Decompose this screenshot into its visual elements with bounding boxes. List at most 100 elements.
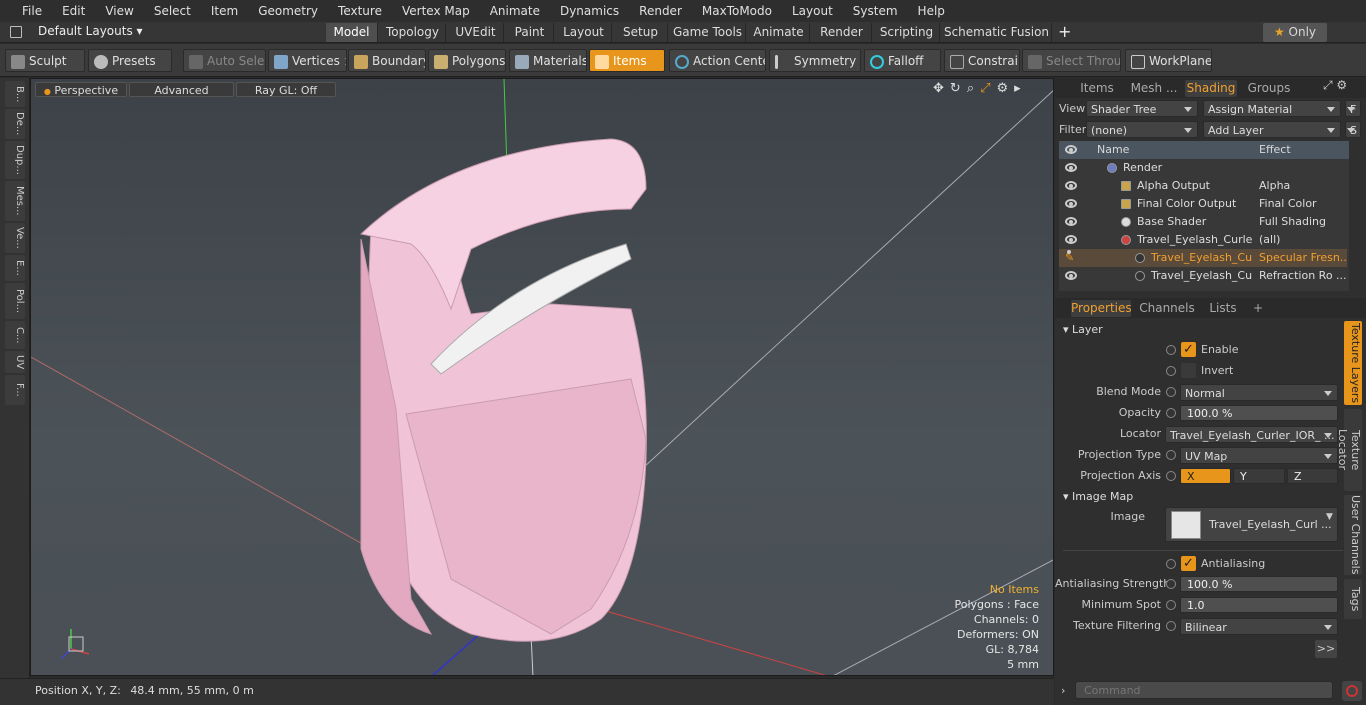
command-expand-icon[interactable]: › (1061, 684, 1065, 697)
side-tab-texture-layers[interactable]: Texture Layers (1344, 321, 1362, 405)
workplane-button[interactable]: WorkPlane (1125, 49, 1212, 72)
add-layer-dropdown[interactable]: Add Layer (1203, 121, 1341, 138)
projection-type-dropdown[interactable]: UV Map (1180, 447, 1338, 464)
shader-tree-row[interactable]: Travel_Eyelash_Cu ... Refraction Ro ... (1059, 267, 1347, 285)
add-layout-tab-button[interactable]: + (1058, 22, 1071, 41)
brush-icon[interactable]: ✎ (1065, 249, 1077, 264)
layout-tab-animate[interactable]: Animate (748, 23, 810, 42)
tab-mesh[interactable]: Mesh ... (1129, 80, 1179, 97)
axis-y-button[interactable]: Y (1233, 468, 1285, 484)
auto-select-button[interactable]: Auto Select (183, 49, 266, 72)
left-strip-tab[interactable]: C... (5, 321, 25, 349)
left-strip-tab[interactable]: Pol... (5, 283, 25, 319)
shader-tree-row[interactable]: Alpha Output Alpha (1059, 177, 1347, 195)
layout-tab-layout[interactable]: Layout (556, 23, 612, 42)
layer-effect[interactable]: (all) (1259, 231, 1347, 249)
layout-tab-render[interactable]: Render (812, 23, 872, 42)
layout-tab-scripting[interactable]: Scripting (874, 23, 940, 42)
layout-tab-model[interactable]: Model (326, 23, 378, 42)
side-tab-tags[interactable]: Tags (1344, 579, 1362, 619)
presets-button[interactable]: Presets (88, 49, 172, 72)
layout-tab-uvedit[interactable]: UVEdit (448, 23, 504, 42)
layout-tab-schematic-fusion[interactable]: Schematic Fusion (942, 23, 1052, 42)
shader-tree-row[interactable]: Travel_Eyelash_Curle ... (all) (1059, 231, 1347, 249)
blend-mode-dropdown[interactable]: Normal (1180, 384, 1338, 401)
antialiasing-checkbox[interactable]: ✓ (1181, 556, 1196, 571)
tab-shading[interactable]: Shading (1185, 80, 1237, 97)
side-tab-user-channels[interactable]: User Channels (1344, 495, 1362, 575)
invert-checkbox[interactable] (1181, 363, 1196, 378)
viewport-settings-icon[interactable]: ⚙ (997, 81, 1015, 96)
menu-texture[interactable]: Texture (328, 0, 392, 22)
menu-layout[interactable]: Layout (782, 0, 843, 22)
menu-geometry[interactable]: Geometry (248, 0, 328, 22)
menu-edit[interactable]: Edit (52, 0, 95, 22)
eye-icon[interactable] (1065, 217, 1077, 226)
eye-icon[interactable] (1065, 181, 1077, 190)
3d-viewport[interactable]: ● Perspective Advanced Ray GL: Off ✥↻⌕⤢⚙… (30, 78, 1054, 676)
layer-effect[interactable]: Refraction Ro ... (1259, 267, 1347, 285)
menu-system[interactable]: System (843, 0, 908, 22)
eye-icon[interactable] (1065, 163, 1077, 172)
tab-properties[interactable]: Properties (1071, 300, 1132, 317)
select-through-button[interactable]: Select Through (1022, 49, 1121, 72)
more-button[interactable]: >> (1315, 640, 1337, 658)
sculpt-button[interactable]: Sculpt (5, 49, 85, 72)
viewport-more-icon[interactable]: ▸ (1014, 81, 1027, 96)
s-button[interactable]: S (1345, 121, 1361, 138)
shader-tree-row[interactable]: Base Shader Full Shading (1059, 213, 1347, 231)
tex-filter-dropdown[interactable]: Bilinear (1180, 618, 1338, 635)
fit-view-icon[interactable]: ⤢ (980, 81, 996, 96)
min-spot-field[interactable]: 1.0 (1180, 597, 1338, 613)
shader-tree-row[interactable]: Render (1059, 159, 1347, 177)
menu-select[interactable]: Select (144, 0, 201, 22)
opacity-field[interactable]: 100.0 % (1180, 405, 1338, 421)
side-tab-texture-locator[interactable]: Texture Locator (1336, 409, 1362, 491)
raygl-button[interactable]: Ray GL: Off (236, 82, 336, 97)
axis-z-button[interactable]: Z (1287, 468, 1338, 484)
eye-icon[interactable] (1065, 271, 1077, 280)
add-properties-tab[interactable]: + (1251, 300, 1265, 317)
perspective-button[interactable]: ● Perspective (35, 82, 127, 97)
left-strip-tab[interactable]: Ve... (5, 223, 25, 253)
advanced-button[interactable]: Advanced (129, 82, 234, 97)
locator-dropdown[interactable]: Travel_Eyelash_Curler_IOR_ ... (1165, 426, 1338, 443)
action-center-button[interactable]: Action Center (669, 49, 766, 72)
default-layouts-dropdown[interactable]: Default Layouts ▾ (38, 24, 143, 38)
left-strip-tab[interactable]: Mes... (5, 181, 25, 221)
layer-effect[interactable]: Specular Fresn... (1259, 249, 1347, 267)
assign-material-dropdown[interactable]: Assign Material (1203, 100, 1341, 117)
items-button[interactable]: Items 5 (589, 49, 665, 72)
record-icon[interactable] (1342, 681, 1362, 701)
view-dropdown[interactable]: Shader Tree (1086, 100, 1198, 117)
left-strip-tab[interactable]: B... (5, 81, 25, 107)
filter-dropdown[interactable]: (none) (1086, 121, 1198, 138)
menu-animate[interactable]: Animate (480, 0, 550, 22)
move-view-icon[interactable]: ✥ (933, 81, 950, 96)
tab-items[interactable]: Items (1075, 80, 1119, 97)
layouts-icon[interactable] (10, 26, 22, 38)
eye-icon[interactable] (1065, 235, 1077, 244)
image-picker[interactable]: Travel_Eyelash_Curl ... ▼ (1165, 507, 1338, 542)
layer-section-header[interactable]: ▾ Layer (1063, 323, 1103, 336)
materials-button[interactable]: Materials (509, 49, 587, 72)
vertices-button[interactable]: Vertices 1 (268, 49, 347, 72)
menu-maxtomodo[interactable]: MaxToModo (692, 0, 782, 22)
left-strip-tab[interactable]: F... (5, 375, 25, 405)
left-strip-tab[interactable]: UV (5, 351, 25, 373)
menu-item[interactable]: Item (201, 0, 248, 22)
menu-vertex-map[interactable]: Vertex Map (392, 0, 480, 22)
shader-tree-row[interactable]: Final Color Output Final Color (1059, 195, 1347, 213)
rotate-view-icon[interactable]: ↻ (950, 81, 967, 96)
image-map-section-header[interactable]: ▾ Image Map (1063, 490, 1133, 503)
constraints-button[interactable]: Constrai... (944, 49, 1020, 72)
tab-groups[interactable]: Groups (1247, 80, 1291, 97)
eye-icon[interactable] (1065, 199, 1077, 208)
axis-x-button[interactable]: X (1180, 468, 1231, 484)
menu-help[interactable]: Help (908, 0, 955, 22)
layout-tab-paint[interactable]: Paint (506, 23, 554, 42)
only-toggle[interactable]: ★ Only (1263, 23, 1327, 42)
menu-file[interactable]: File (12, 0, 52, 22)
symmetry-button[interactable]: Symmetry (769, 49, 861, 72)
falloff-button[interactable]: Falloff (864, 49, 941, 72)
